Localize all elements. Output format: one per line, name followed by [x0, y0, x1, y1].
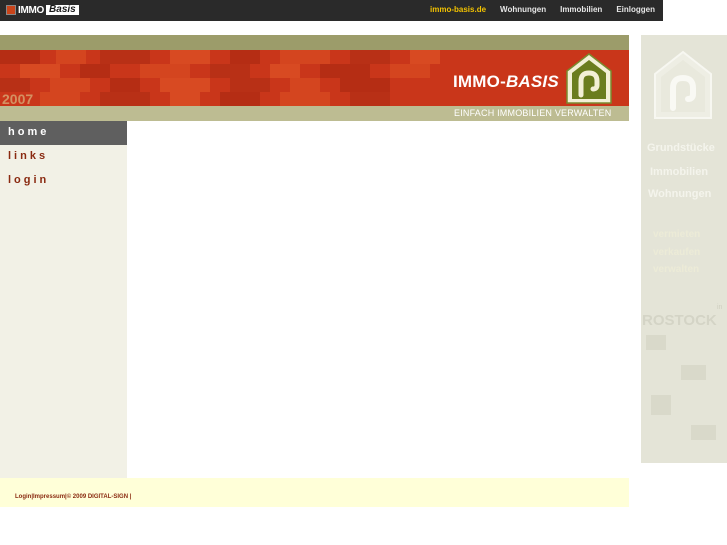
top-nav: immo-basis.de Wohnungen Immobilien Einlo… — [430, 5, 655, 14]
left-nav-links[interactable]: links — [0, 145, 127, 169]
deco-square — [691, 425, 716, 440]
left-nav-home[interactable]: home — [0, 121, 127, 145]
footer-copyright: © 2009 DIGITAL-SIGN — [66, 494, 129, 500]
footer-links: Login|Impressum|© 2009 DIGITAL-SIGN | — [15, 494, 132, 500]
deco-square — [646, 335, 666, 350]
header-banner: 2007 IMMO-BASIS — [0, 50, 629, 106]
side-decoration-panel: Grundstücke Immobilien Wohnungen vermiet… — [641, 35, 727, 463]
house-logo-icon — [566, 53, 612, 104]
content-area — [127, 121, 629, 478]
footer-impressum-link[interactable]: Impressum — [33, 494, 65, 500]
top-nav-immobilien-link[interactable]: Immobilien — [560, 5, 602, 14]
olive-header-bar — [0, 35, 629, 50]
brand-part-2: BASIS — [505, 72, 559, 91]
top-nav-einloggen-link[interactable]: Einloggen — [616, 5, 655, 14]
house-outline-icon — [654, 50, 712, 119]
top-nav-home-link[interactable]: immo-basis.de — [430, 5, 486, 14]
tagline-bar: EINFACH IMMOBILIEN VERWALTEN — [0, 106, 629, 121]
side-word-grundstuecke: Grundstücke — [647, 142, 715, 154]
deco-square — [681, 365, 706, 380]
side-in: in — [717, 304, 723, 311]
banner-tagline: EINFACH IMMOBILIEN VERWALTEN — [454, 108, 612, 118]
deco-square — [651, 395, 671, 415]
footer: Login|Impressum|© 2009 DIGITAL-SIGN | — [0, 478, 629, 507]
site-logo[interactable]: IMMO Basis — [6, 4, 79, 16]
side-action-verkaufen: verkaufen — [653, 247, 701, 258]
footer-login-link[interactable]: Login — [15, 494, 31, 500]
left-nav-login[interactable]: login — [0, 169, 127, 193]
logo-text-immo: IMMO — [18, 4, 45, 16]
side-word-immobilien: Immobilien — [650, 166, 709, 178]
brand-part-1: IMMO- — [453, 72, 506, 91]
side-city: ROSTOCK — [642, 312, 717, 329]
main-frame: 2007 IMMO-BASIS EINFACH IMMOBILIEN VERWA… — [0, 35, 629, 507]
top-nav-wohnungen-link[interactable]: Wohnungen — [500, 5, 546, 14]
side-action-verwalten: verwalten — [653, 264, 700, 275]
side-action-vermieten: vermieten — [653, 229, 701, 240]
logo-text-basis: Basis — [46, 5, 79, 15]
side-word-wohnungen: Wohnungen — [648, 188, 712, 200]
logo-mark-icon — [6, 5, 16, 15]
banner-brand: IMMO-BASIS — [453, 72, 559, 92]
left-nav: home links login — [0, 121, 127, 478]
spacer-strip — [0, 21, 727, 36]
top-bar: IMMO Basis immo-basis.de Wohnungen Immob… — [0, 0, 663, 21]
banner-year: 2007 — [2, 91, 34, 106]
